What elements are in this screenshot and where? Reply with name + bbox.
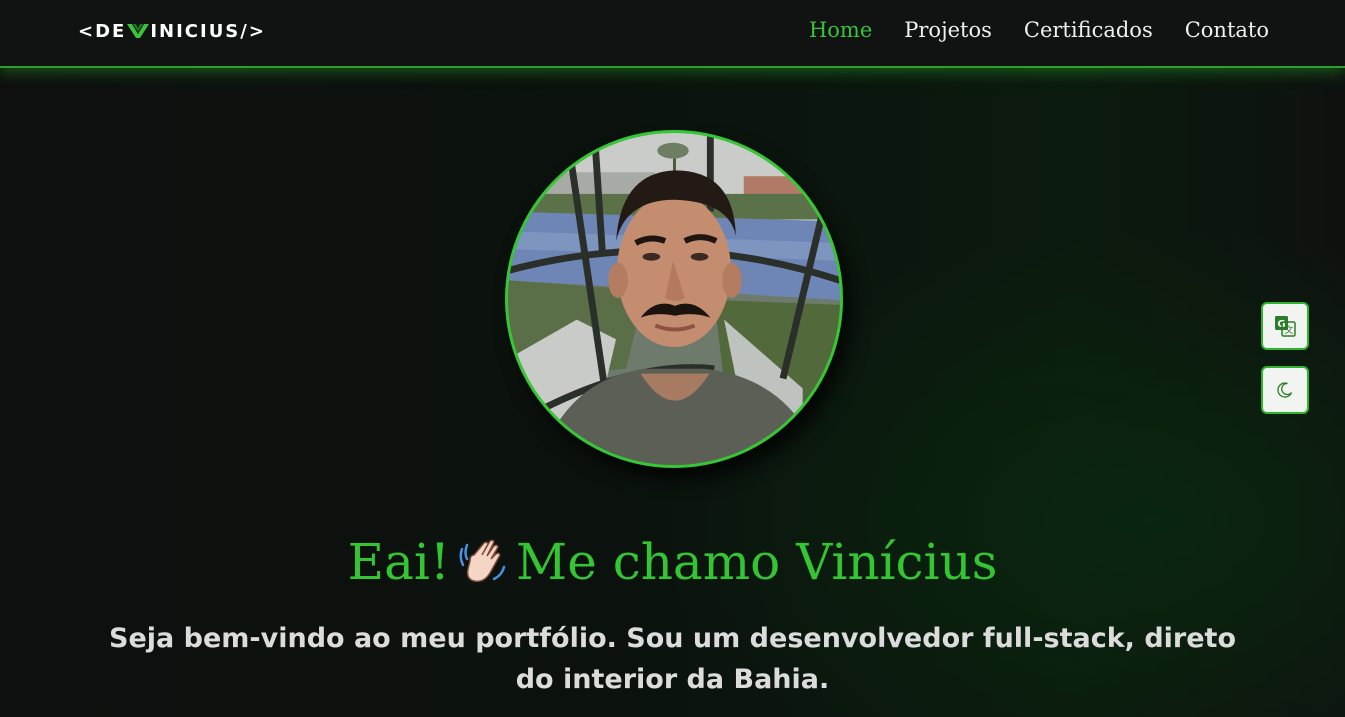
translate-icon: G 文 — [1275, 316, 1296, 337]
nav-link-certificados[interactable]: Certificados — [1024, 14, 1153, 46]
logo-prefix: <DE — [78, 20, 127, 42]
site-logo[interactable]: <DE INICIUS/> — [78, 20, 266, 42]
profile-photo — [508, 133, 840, 465]
nav-link-projetos[interactable]: Projetos — [904, 14, 992, 46]
page: <DE INICIUS/> Home Projetos Certificados… — [0, 0, 1345, 717]
main-nav: Home Projetos Certificados Contato — [809, 14, 1269, 46]
waving-hand-icon — [459, 539, 506, 583]
hero-title: Eai! Me chamo Vinícius — [0, 530, 1345, 594]
translate-button[interactable]: G 文 — [1261, 302, 1309, 350]
theme-toggle-button[interactable] — [1261, 366, 1309, 414]
hero-subtitle: Seja bem-vindo ao meu portfólio. Sou um … — [109, 623, 1236, 695]
logo-suffix: INICIUS/> — [150, 20, 266, 42]
nav-link-contato[interactable]: Contato — [1185, 14, 1269, 46]
hero-title-greeting: Eai! — [347, 533, 451, 591]
nav-link-home[interactable]: Home — [809, 14, 872, 46]
hero-title-name: Me chamo Vinícius — [516, 533, 998, 591]
navbar: <DE INICIUS/> Home Projetos Certificados… — [0, 0, 1345, 68]
svg-text:文: 文 — [1284, 324, 1293, 336]
avatar — [505, 130, 843, 468]
v-chevron-logo-icon — [127, 24, 150, 38]
moon-icon — [1277, 382, 1293, 398]
